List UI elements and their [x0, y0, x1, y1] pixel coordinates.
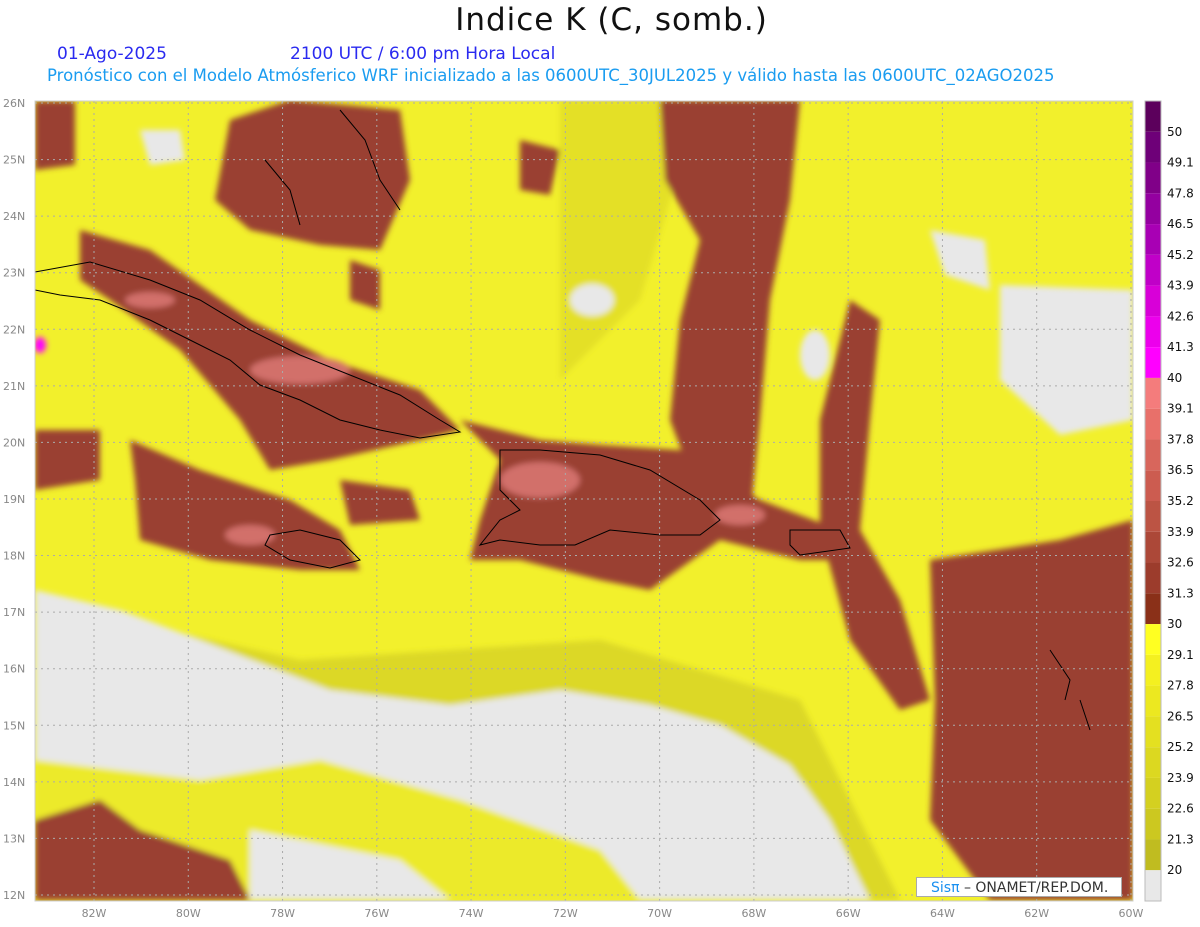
- k-index-map: 26N 25N 24N 23N 22N 21N 20N 19N 18N 17N 16N 15N 14N 1…: [3, 97, 1194, 920]
- colorbar-swatch: [1145, 501, 1161, 532]
- colorbar-label: 33.9: [1167, 525, 1194, 539]
- colorbar-swatch: [1145, 747, 1161, 778]
- colorbar-label: 47.8: [1167, 186, 1194, 200]
- colorbar-swatch: [1145, 162, 1161, 194]
- colorbar-swatch: [1145, 777, 1161, 809]
- lat-label: 26N: [3, 97, 25, 110]
- colorbar-swatch: [1145, 870, 1161, 901]
- lon-label: 70W: [647, 907, 672, 920]
- colorbar-label: 21.3: [1167, 832, 1194, 846]
- lon-label: 68W: [741, 907, 766, 920]
- colorbar-swatch: [1145, 470, 1161, 501]
- colorbar-swatch: [1145, 593, 1161, 625]
- colorbar-label: 31.3: [1167, 586, 1194, 600]
- colorbar-label: 37.8: [1167, 432, 1194, 446]
- colorbar-label: 36.5: [1167, 463, 1194, 477]
- lon-label: 72W: [553, 907, 578, 920]
- colorbar-label: 32.6: [1167, 556, 1194, 570]
- colorbar-swatch: [1145, 377, 1161, 409]
- colorbar-label: 42.6: [1167, 309, 1194, 323]
- colorbar-label: 20: [1167, 863, 1182, 877]
- colorbar-swatch: [1145, 808, 1161, 840]
- colorbar-label: 43.9: [1167, 279, 1194, 293]
- credit-text: – ONAMET/REP.DOM.: [963, 880, 1109, 896]
- lon-label: 64W: [930, 907, 955, 920]
- lon-label: 66W: [836, 907, 861, 920]
- colorbar-swatch: [1145, 439, 1161, 471]
- colorbar-label: 50: [1167, 125, 1182, 139]
- colorbar-swatch: [1145, 839, 1161, 871]
- colorbar-label: 41.3: [1167, 340, 1194, 354]
- lat-label: 17N: [3, 606, 25, 619]
- colorbar-swatch: [1145, 685, 1161, 717]
- colorbar-label: 29.1: [1167, 648, 1194, 662]
- colorbar-swatch: [1145, 716, 1161, 748]
- lat-label: 21N: [3, 380, 25, 393]
- colorbar-label: 49.1: [1167, 156, 1194, 170]
- colorbar-label: 45.2: [1167, 248, 1194, 262]
- colorbar-swatch: [1145, 408, 1161, 440]
- colorbar-label: 46.5: [1167, 217, 1194, 231]
- colorbar-swatch: [1145, 285, 1161, 317]
- lon-label: 76W: [364, 907, 389, 920]
- sispi-logo-text: Sisπ: [931, 880, 960, 896]
- credit-label: Sisπ – ONAMET/REP.DOM.: [916, 877, 1122, 897]
- colorbar-label: 25.2: [1167, 740, 1194, 754]
- lon-label: 78W: [270, 907, 295, 920]
- colorbar-swatch: [1145, 531, 1161, 563]
- lat-label: 20N: [3, 436, 25, 449]
- colorbar-swatch: [1145, 654, 1161, 686]
- colorbar-swatch: [1145, 562, 1161, 594]
- lat-label: 13N: [3, 832, 25, 845]
- lat-label: 18N: [3, 550, 25, 563]
- lat-label: 19N: [3, 493, 25, 506]
- colorbar-swatch: [1145, 193, 1161, 225]
- lat-label: 12N: [3, 889, 25, 902]
- colorbar-swatch: [1145, 101, 1161, 132]
- k-index-field: [35, 101, 1133, 901]
- colorbar-label: 30: [1167, 617, 1182, 631]
- lon-label: 82W: [82, 907, 107, 920]
- colorbar-swatch: [1145, 316, 1161, 348]
- colorbar-swatch: [1145, 624, 1161, 655]
- lon-label: 80W: [176, 907, 201, 920]
- colorbar-label: 26.5: [1167, 709, 1194, 723]
- lat-label: 16N: [3, 663, 25, 676]
- lon-label: 74W: [459, 907, 484, 920]
- lon-label: 62W: [1024, 907, 1049, 920]
- colorbar-label: 27.8: [1167, 679, 1194, 693]
- lat-label: 14N: [3, 776, 25, 789]
- colorbar-swatch: [1145, 224, 1161, 255]
- colorbar-label: 35.2: [1167, 494, 1194, 508]
- colorbar-swatch: [1145, 254, 1161, 286]
- colorbar-label: 22.6: [1167, 802, 1194, 816]
- lat-label: 22N: [3, 323, 25, 336]
- colorbar-label: 39.1: [1167, 402, 1194, 416]
- colorbar-swatch: [1145, 131, 1161, 163]
- lat-label: 25N: [3, 154, 25, 167]
- colorbar-swatch: [1145, 347, 1161, 378]
- colorbar-label: 23.9: [1167, 771, 1194, 785]
- lon-label: 60W: [1119, 907, 1144, 920]
- lat-label: 23N: [3, 267, 25, 280]
- lat-label: 24N: [3, 210, 25, 223]
- lat-label: 15N: [3, 719, 25, 732]
- colorbar: 50 49.1 47.8 46.5 45.2 43.9 42.6 41.3 40 39.1 37.8…: [1144, 100, 1194, 902]
- colorbar-label: 40: [1167, 371, 1182, 385]
